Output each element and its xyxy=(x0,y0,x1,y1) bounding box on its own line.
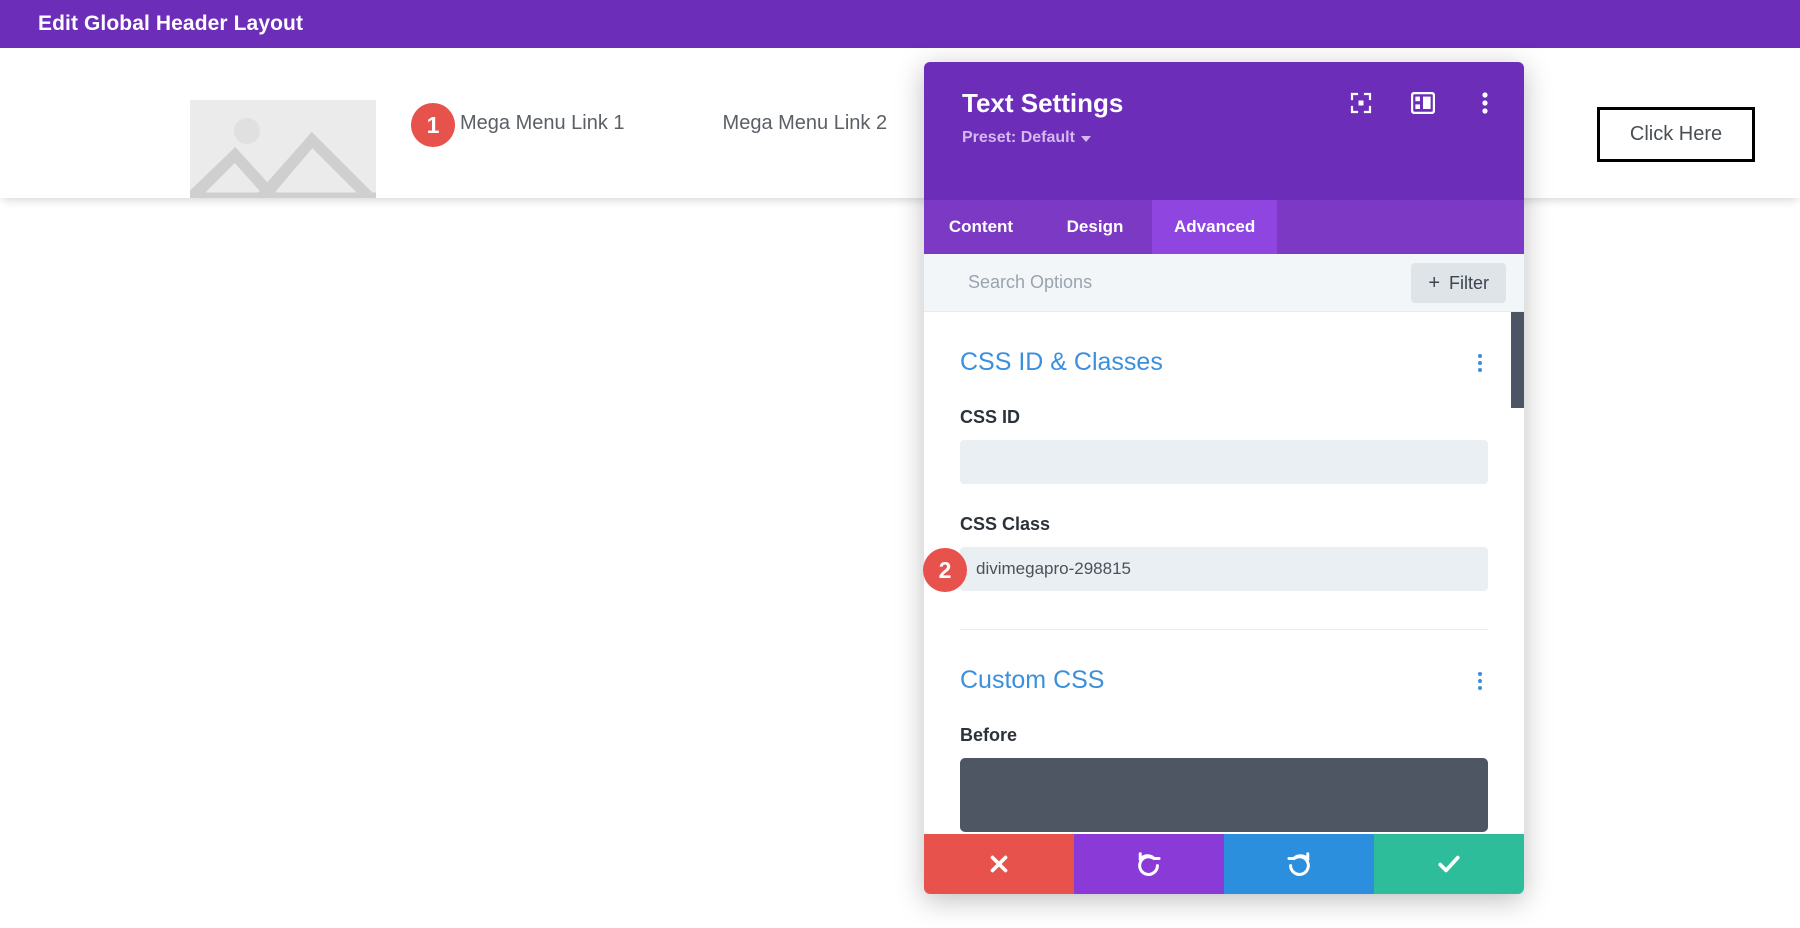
modal-footer xyxy=(924,834,1524,894)
field-label-css-id: CSS ID xyxy=(960,407,1488,428)
chevron-down-icon xyxy=(1081,136,1091,142)
page-canvas xyxy=(0,198,1800,928)
step-badge-1: 1 xyxy=(411,103,455,147)
css-class-input[interactable] xyxy=(960,547,1488,591)
layout-panel-icon[interactable] xyxy=(1410,90,1436,116)
tabs-filler xyxy=(1277,200,1524,254)
undo-button[interactable] xyxy=(1074,834,1224,894)
field-css-id: CSS ID xyxy=(960,407,1488,484)
primary-nav: Mega Menu Link 1 Mega Menu Link 2 xyxy=(420,48,887,198)
cancel-button[interactable] xyxy=(924,834,1074,894)
image-placeholder-icon xyxy=(190,100,376,198)
search-options-input[interactable] xyxy=(968,272,1328,293)
section-css-id-classes: CSS ID & Classes CSS ID CSS Class xyxy=(924,312,1524,591)
modal-header-actions xyxy=(1348,90,1498,116)
field-css-class: CSS Class xyxy=(960,514,1488,591)
filter-button-label: Filter xyxy=(1449,273,1489,294)
section-header: Custom CSS xyxy=(960,630,1488,695)
nav-link-mega-menu-link-2[interactable]: Mega Menu Link 2 xyxy=(723,112,888,135)
search-row: + Filter xyxy=(924,254,1524,312)
app-screen: Edit Global Header Layout Mega Menu Link… xyxy=(0,0,1800,928)
section-title-css-id-classes: CSS ID & Classes xyxy=(960,348,1163,377)
tab-content[interactable]: Content xyxy=(924,200,1038,254)
plus-icon: + xyxy=(1428,273,1440,293)
save-button[interactable] xyxy=(1374,834,1524,894)
logo-image-placeholder[interactable] xyxy=(190,100,376,198)
nav-link-mega-menu-link-1[interactable]: Mega Menu Link 1 xyxy=(460,112,625,135)
focus-icon[interactable] xyxy=(1348,90,1374,116)
field-label-css-class: CSS Class xyxy=(960,514,1488,535)
css-id-input[interactable] xyxy=(960,440,1488,484)
filter-button[interactable]: + Filter xyxy=(1411,263,1506,303)
preset-label: Preset: Default xyxy=(962,129,1075,147)
admin-bar: Edit Global Header Layout xyxy=(0,0,1800,48)
tab-advanced[interactable]: Advanced xyxy=(1152,200,1277,254)
section-more-vertical-icon[interactable] xyxy=(1472,668,1488,694)
field-label-before: Before xyxy=(960,725,1488,746)
modal-scrollbar-thumb[interactable] xyxy=(1511,312,1524,408)
modal-body: CSS ID & Classes CSS ID CSS Class xyxy=(924,312,1524,834)
section-custom-css: Custom CSS Before xyxy=(924,630,1524,834)
step-badge-2: 2 xyxy=(923,548,967,592)
site-header: Mega Menu Link 1 Mega Menu Link 2 Click … xyxy=(0,48,1800,198)
page-title: Edit Global Header Layout xyxy=(38,12,303,36)
section-more-vertical-icon[interactable] xyxy=(1472,350,1488,376)
modal-header: Text Settings Preset: Default xyxy=(924,62,1524,200)
custom-css-before-textarea[interactable] xyxy=(960,758,1488,832)
section-title-custom-css: Custom CSS xyxy=(960,666,1104,695)
field-before: Before xyxy=(960,725,1488,834)
redo-button[interactable] xyxy=(1224,834,1374,894)
modal-tabs: Content Design Advanced xyxy=(924,200,1524,254)
click-here-button[interactable]: Click Here xyxy=(1597,107,1755,162)
preset-selector[interactable]: Preset: Default xyxy=(962,129,1091,147)
more-vertical-icon[interactable] xyxy=(1472,90,1498,116)
text-settings-modal: Text Settings Preset: Default xyxy=(924,62,1524,894)
tab-design[interactable]: Design xyxy=(1038,200,1152,254)
section-header: CSS ID & Classes xyxy=(960,312,1488,377)
modal-scrollbar-track[interactable] xyxy=(1511,312,1524,834)
